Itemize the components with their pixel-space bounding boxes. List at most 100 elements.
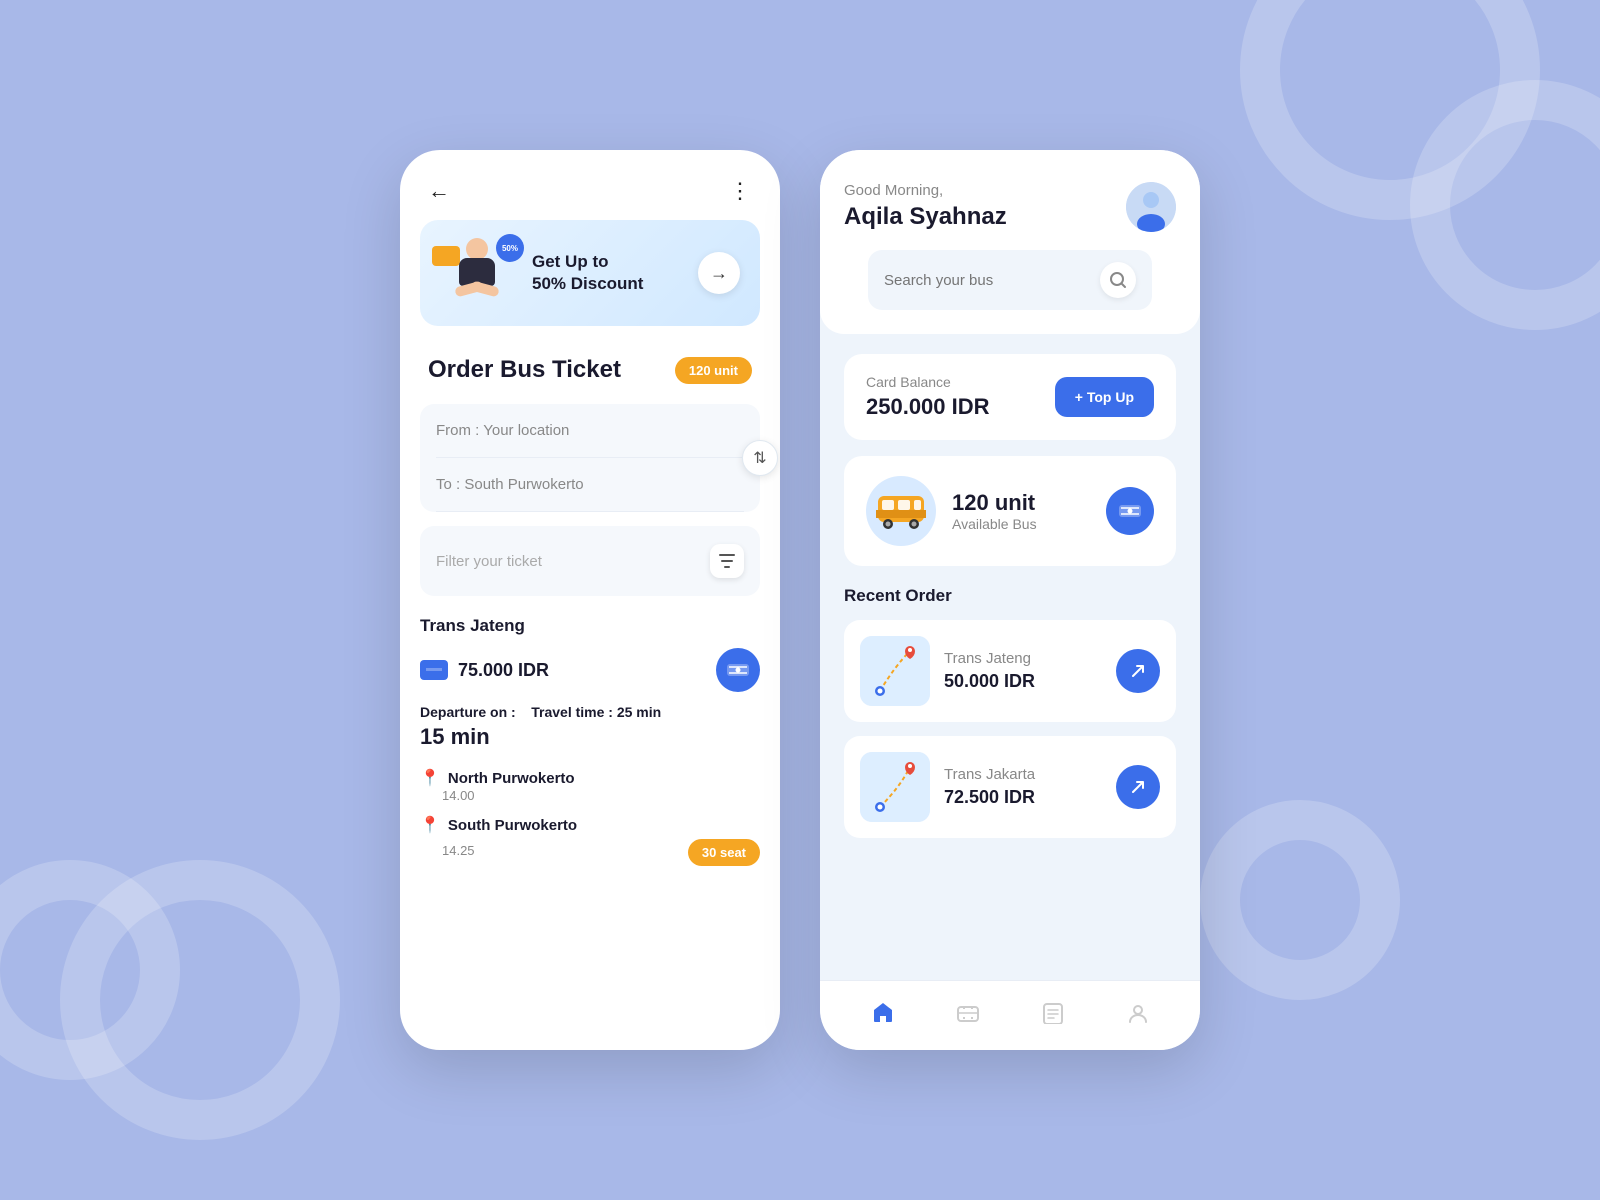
more-menu-button[interactable]: ⋮ — [729, 178, 752, 204]
stop-south-time: 14.25 — [420, 843, 475, 858]
discount-banner: 50% Get Up to 50% Discount → — [420, 220, 760, 326]
phone2-content: Good Morning, Aqila Syahnaz — [820, 150, 1200, 1050]
order-map-thumb-2 — [860, 752, 930, 822]
nav-item-history[interactable] — [1025, 998, 1081, 1034]
bus-icon-circle — [866, 476, 936, 546]
bus-name: Trans Jateng — [420, 616, 525, 636]
wait-time: 15 min — [420, 724, 760, 750]
order-map-thumb-1 — [860, 636, 930, 706]
order-card-2[interactable]: Trans Jakarta 72.500 IDR — [844, 736, 1176, 838]
profile-svg-icon — [1126, 1002, 1150, 1024]
greeting-small: Good Morning, — [844, 182, 1007, 199]
result-header: Trans Jateng — [420, 616, 760, 636]
banner-illustration: 50% — [440, 238, 520, 308]
bg-decoration-5 — [1200, 800, 1400, 1000]
order-nav-button-1[interactable] — [1116, 649, 1160, 693]
order-price-1: 50.000 IDR — [944, 671, 1102, 692]
bus-availability-card: 120 unit Available Bus — [844, 456, 1176, 566]
location-form-card: From : Your location To : South Purwoker… — [420, 404, 760, 512]
bus-nav-button[interactable] — [1106, 487, 1154, 535]
discount-badge-art: 50% — [496, 234, 524, 262]
order-card-1[interactable]: Trans Jateng 50.000 IDR — [844, 620, 1176, 722]
filter-icon-button[interactable] — [710, 544, 744, 578]
avatar-illustration — [1126, 182, 1176, 232]
home-icon — [871, 1001, 895, 1030]
nav-item-home[interactable] — [855, 997, 911, 1034]
balance-amount: 250.000 IDR — [866, 394, 990, 420]
balance-card: Card Balance 250.000 IDR + Top Up — [844, 354, 1176, 440]
profile-icon — [1126, 1002, 1150, 1030]
tickets-icon — [956, 1002, 980, 1030]
tickets-svg-icon — [956, 1002, 980, 1024]
arm-right — [470, 281, 500, 298]
unit-badge: 120 unit — [675, 357, 752, 384]
order-bus-name-2: Trans Jakarta — [944, 766, 1102, 783]
order-nav-button-2[interactable] — [1116, 765, 1160, 809]
order-info-1: Trans Jateng 50.000 IDR — [944, 650, 1102, 692]
topup-button[interactable]: + Top Up — [1055, 377, 1154, 417]
swap-button[interactable]: ⇅ — [742, 440, 778, 476]
dot-red-icon: 📍 — [420, 815, 440, 835]
departure-info: Departure on : Travel time : 25 min — [420, 704, 760, 720]
map-route-1 — [860, 636, 930, 706]
back-button[interactable]: ← — [428, 178, 450, 204]
phones-container: ← ⋮ 50% — [400, 150, 1200, 1050]
bus-card-icon — [426, 664, 442, 676]
nav-item-profile[interactable] — [1110, 998, 1166, 1034]
balance-info: Card Balance 250.000 IDR — [866, 374, 990, 420]
greeting-section: Good Morning, Aqila Syahnaz — [844, 182, 1007, 231]
filter-card[interactable]: Filter your ticket — [420, 526, 760, 596]
search-icon — [1109, 271, 1127, 289]
arrow-icon-1 — [1129, 662, 1147, 680]
history-svg-icon — [1041, 1002, 1065, 1024]
search-input[interactable] — [884, 272, 1090, 289]
coupon-icon — [432, 246, 460, 266]
bus-illustration — [876, 492, 926, 530]
header-top-row: Good Morning, Aqila Syahnaz — [844, 182, 1176, 232]
filter-placeholder-text: Filter your ticket — [436, 553, 542, 570]
filter-icon — [719, 554, 735, 568]
person-art: 50% — [440, 238, 520, 308]
ticket-button[interactable] — [716, 648, 760, 692]
stop-north: 📍 North Purwokerto — [420, 768, 760, 788]
user-avatar[interactable] — [1126, 182, 1176, 232]
ticket-title-row: Order Bus Ticket 120 unit — [400, 346, 780, 404]
ticket-icon-2 — [1119, 503, 1141, 519]
person-head — [466, 238, 488, 260]
stop-item: 📍 North Purwokerto 14.00 — [420, 762, 760, 809]
stop-north-time: 14.00 — [420, 788, 760, 803]
person-body — [459, 258, 495, 286]
seat-badge: 30 seat — [688, 839, 760, 866]
arrow-icon-2 — [1129, 778, 1147, 796]
stop-south: 📍 South Purwokerto — [420, 815, 760, 835]
bottom-nav — [820, 980, 1200, 1050]
phone1-frame: ← ⋮ 50% — [400, 150, 780, 1050]
to-field[interactable]: To : South Purwokerto — [436, 458, 744, 512]
search-button[interactable] — [1100, 262, 1136, 298]
price-row: 75.000 IDR — [420, 648, 760, 692]
nav-item-tickets[interactable] — [940, 998, 996, 1034]
recent-order-title: Recent Order — [844, 586, 1176, 606]
greeting-name: Aqila Syahnaz — [844, 203, 1007, 231]
stop-item: 📍 South Purwokerto 14.25 30 seat — [420, 809, 760, 872]
phone1-content: ← ⋮ 50% — [400, 150, 780, 1050]
phone2-frame: Good Morning, Aqila Syahnaz — [820, 150, 1200, 1050]
bus-unit-count: 120 unit — [952, 490, 1090, 516]
order-info-2: Trans Jakarta 72.500 IDR — [944, 766, 1102, 808]
balance-label: Card Balance — [866, 374, 990, 390]
banner-headline: Get Up to 50% Discount — [532, 251, 686, 295]
stops-list: 📍 North Purwokerto 14.00 📍 South Purwoke… — [420, 762, 760, 872]
banner-arrow-button[interactable]: → — [698, 252, 740, 294]
dot-blue-icon: 📍 — [420, 768, 440, 788]
banner-text: Get Up to 50% Discount — [532, 251, 686, 295]
order-bus-name-1: Trans Jateng — [944, 650, 1102, 667]
bus-info: 120 unit Available Bus — [952, 490, 1090, 532]
from-field[interactable]: From : Your location — [436, 404, 744, 458]
phone2-body: Card Balance 250.000 IDR + Top Up — [820, 334, 1200, 980]
form-section: From : Your location To : South Purwoker… — [400, 404, 780, 596]
phone2-header: Good Morning, Aqila Syahnaz — [820, 150, 1200, 334]
search-bar — [868, 250, 1152, 310]
ticket-section-title: Order Bus Ticket — [428, 356, 621, 384]
order-price-2: 72.500 IDR — [944, 787, 1102, 808]
result-card: Trans Jateng 75.000 IDR — [400, 616, 780, 872]
